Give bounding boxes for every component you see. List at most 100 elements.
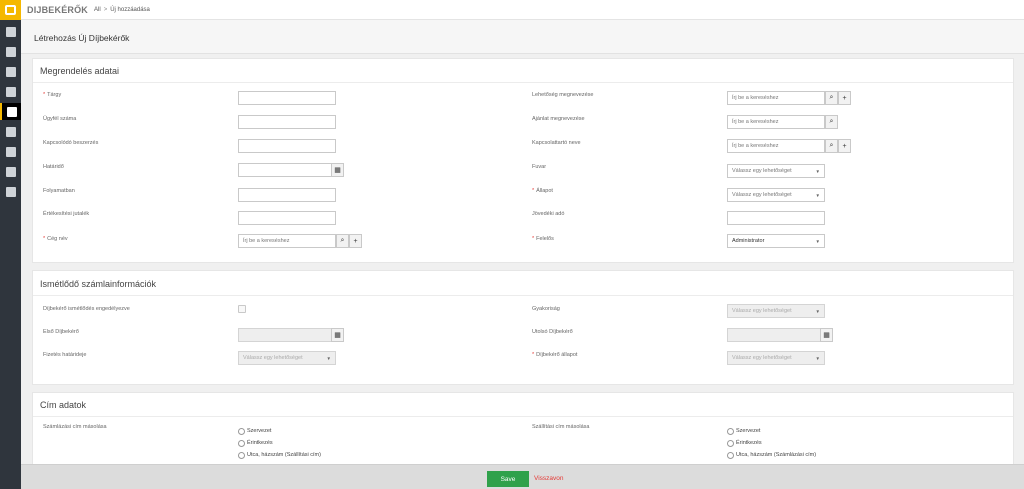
- chevron-down-icon: ▼: [815, 239, 820, 244]
- breadcrumb-current: Új hozzáadása: [110, 6, 150, 13]
- add-icon[interactable]: +: [838, 91, 851, 105]
- sidebar-item-user[interactable]: [0, 163, 21, 180]
- search-icon[interactable]: ⌕: [825, 139, 838, 153]
- invoice-status-select[interactable]: Válassz egy lehetőséget ▼: [727, 351, 825, 365]
- sidebar-item-team[interactable]: [0, 143, 21, 160]
- company-name-input[interactable]: Írj be a kereséshez: [238, 234, 336, 248]
- quote-name-input[interactable]: Írj be a kereséshez: [727, 115, 825, 129]
- sales-commission-label: Értékesítési jutalék: [43, 211, 90, 217]
- first-invoice-input[interactable]: [238, 328, 332, 342]
- shield-icon: [5, 26, 16, 37]
- shipping-copy-label: Szállítási cím másolása: [532, 424, 590, 430]
- calendar-icon[interactable]: ▦: [820, 328, 833, 342]
- billing-copy-label: Számlázási cím másolása: [43, 424, 107, 430]
- related-purchase-label: Kapcsolódó beszerzés: [43, 140, 99, 146]
- shipping-option-radio[interactable]: [727, 428, 734, 435]
- payment-deadline-select[interactable]: Válassz egy lehetőséget ▼: [238, 351, 336, 365]
- excise-tax-input[interactable]: [727, 211, 825, 225]
- invoice-icon: [6, 106, 17, 117]
- customer-number-input[interactable]: [238, 115, 336, 129]
- recurring-enabled-label: Díjbekérő ismétlődés engedélyezve: [43, 306, 130, 312]
- address-panel: Cím adatok Számlázási cím másolása Szerv…: [32, 392, 1014, 464]
- subject-input[interactable]: [238, 91, 336, 105]
- deadline-label: Határidő: [43, 164, 64, 170]
- calendar-icon[interactable]: ▦: [331, 163, 344, 177]
- calendar-icon[interactable]: ▦: [331, 328, 344, 342]
- in-progress-label: Folyamatban: [43, 188, 75, 194]
- subject-label: * Tárgy: [43, 92, 62, 98]
- billing-option-radio[interactable]: [238, 452, 245, 459]
- sidebar-item-invoice[interactable]: [0, 103, 21, 120]
- recurring-enabled-checkbox[interactable]: [238, 305, 246, 313]
- billing-option-radio[interactable]: [238, 440, 245, 447]
- sales-commission-input[interactable]: [238, 211, 336, 225]
- contact-name-input[interactable]: Írj be a kereséshez: [727, 139, 825, 153]
- sidebar: [0, 0, 21, 489]
- last-invoice-input[interactable]: [727, 328, 821, 342]
- related-purchase-input[interactable]: [238, 139, 336, 153]
- customer-number-label: Ügyfél száma: [43, 116, 77, 122]
- app-logo[interactable]: [0, 0, 21, 20]
- first-invoice-label: Első Díjbekérő: [43, 329, 79, 335]
- topbar: DIJBEKÉRŐK All > Új hozzáadása: [21, 0, 1024, 20]
- frequency-select[interactable]: Válassz egy lehetőséget ▼: [727, 304, 825, 318]
- company-name-label: * Cég név: [43, 236, 68, 242]
- owner-select[interactable]: Administrator ▼: [727, 234, 825, 248]
- building-icon: [5, 186, 16, 197]
- quote-name-label: Ajánlat megnevezése: [532, 116, 585, 122]
- panel-title-address: Cím adatok: [40, 400, 87, 410]
- shipping-option-radio[interactable]: [727, 440, 734, 447]
- order-details-panel: Megrendelés adatai * Tárgy Ügyfél száma K…: [32, 58, 1014, 263]
- logo-icon: [5, 5, 16, 15]
- calculator-icon: [5, 126, 16, 137]
- form-content[interactable]: Megrendelés adatai * Tárgy Ügyfél száma K…: [21, 54, 1024, 464]
- shipping-option-label[interactable]: Szervezet: [736, 428, 760, 434]
- opportunity-name-label: Lehetőség megnevezése: [532, 92, 594, 98]
- opportunity-name-input[interactable]: Írj be a kereséshez: [727, 91, 825, 105]
- owner-label: * Felelős: [532, 236, 554, 242]
- in-progress-input[interactable]: [238, 188, 336, 202]
- brand-name[interactable]: DIJBEKÉRŐK: [27, 5, 88, 15]
- divider: [33, 295, 1013, 296]
- billing-option-label[interactable]: Érintkezés: [247, 440, 273, 446]
- breadcrumb-all[interactable]: All: [94, 7, 101, 13]
- search-icon[interactable]: ⌕: [825, 91, 838, 105]
- save-button[interactable]: Save: [487, 471, 529, 487]
- page-header: Létrehozás Új Díjbekérők: [21, 20, 1024, 54]
- search-icon[interactable]: ⌕: [336, 234, 349, 248]
- chevron-down-icon: ▼: [815, 193, 820, 198]
- cancel-link[interactable]: Visszavon: [534, 475, 564, 482]
- panel-title-order: Megrendelés adatai: [40, 66, 120, 76]
- sidebar-item-building[interactable]: [0, 183, 21, 200]
- shipping-option-radio[interactable]: [727, 452, 734, 459]
- shipping-option-label[interactable]: Utca, házszám (Számlázási cím): [736, 452, 816, 458]
- billing-option-label[interactable]: Utca, házszám (Szállítási cím): [247, 452, 321, 458]
- shipping-option-label[interactable]: Érintkezés: [736, 440, 762, 446]
- user-icon: [5, 166, 16, 177]
- shipping-select[interactable]: Válassz egy lehetőséget ▼: [727, 164, 825, 178]
- deadline-input[interactable]: [238, 163, 332, 177]
- status-label: * Állapot: [532, 188, 553, 194]
- form-footer: Save Visszavon: [21, 464, 1024, 489]
- last-invoice-label: Utolsó Díjbekérő: [532, 329, 573, 335]
- billing-option-label[interactable]: Szervezet: [247, 428, 271, 434]
- contacts-icon: [5, 66, 16, 77]
- payment-deadline-label: Fizetés határideje: [43, 352, 87, 358]
- search-icon[interactable]: ⌕: [825, 115, 838, 129]
- sidebar-item-contacts[interactable]: [0, 63, 21, 80]
- page-title: Létrehozás Új Díjbekérők: [34, 33, 130, 43]
- status-select[interactable]: Válassz egy lehetőséget ▼: [727, 188, 825, 202]
- sidebar-item-shield[interactable]: [0, 23, 21, 40]
- billing-option-radio[interactable]: [238, 428, 245, 435]
- add-icon[interactable]: +: [349, 234, 362, 248]
- chevron-down-icon: ▼: [815, 309, 820, 314]
- frequency-label: Gyakoriság: [532, 306, 560, 312]
- sidebar-item-car[interactable]: [0, 43, 21, 60]
- divider: [33, 82, 1013, 83]
- chevron-down-icon: ▼: [326, 356, 331, 361]
- breadcrumb-separator: >: [103, 6, 108, 13]
- sidebar-item-list[interactable]: [0, 83, 21, 100]
- add-icon[interactable]: +: [838, 139, 851, 153]
- sidebar-item-calculator[interactable]: [0, 123, 21, 140]
- team-icon: [5, 146, 16, 157]
